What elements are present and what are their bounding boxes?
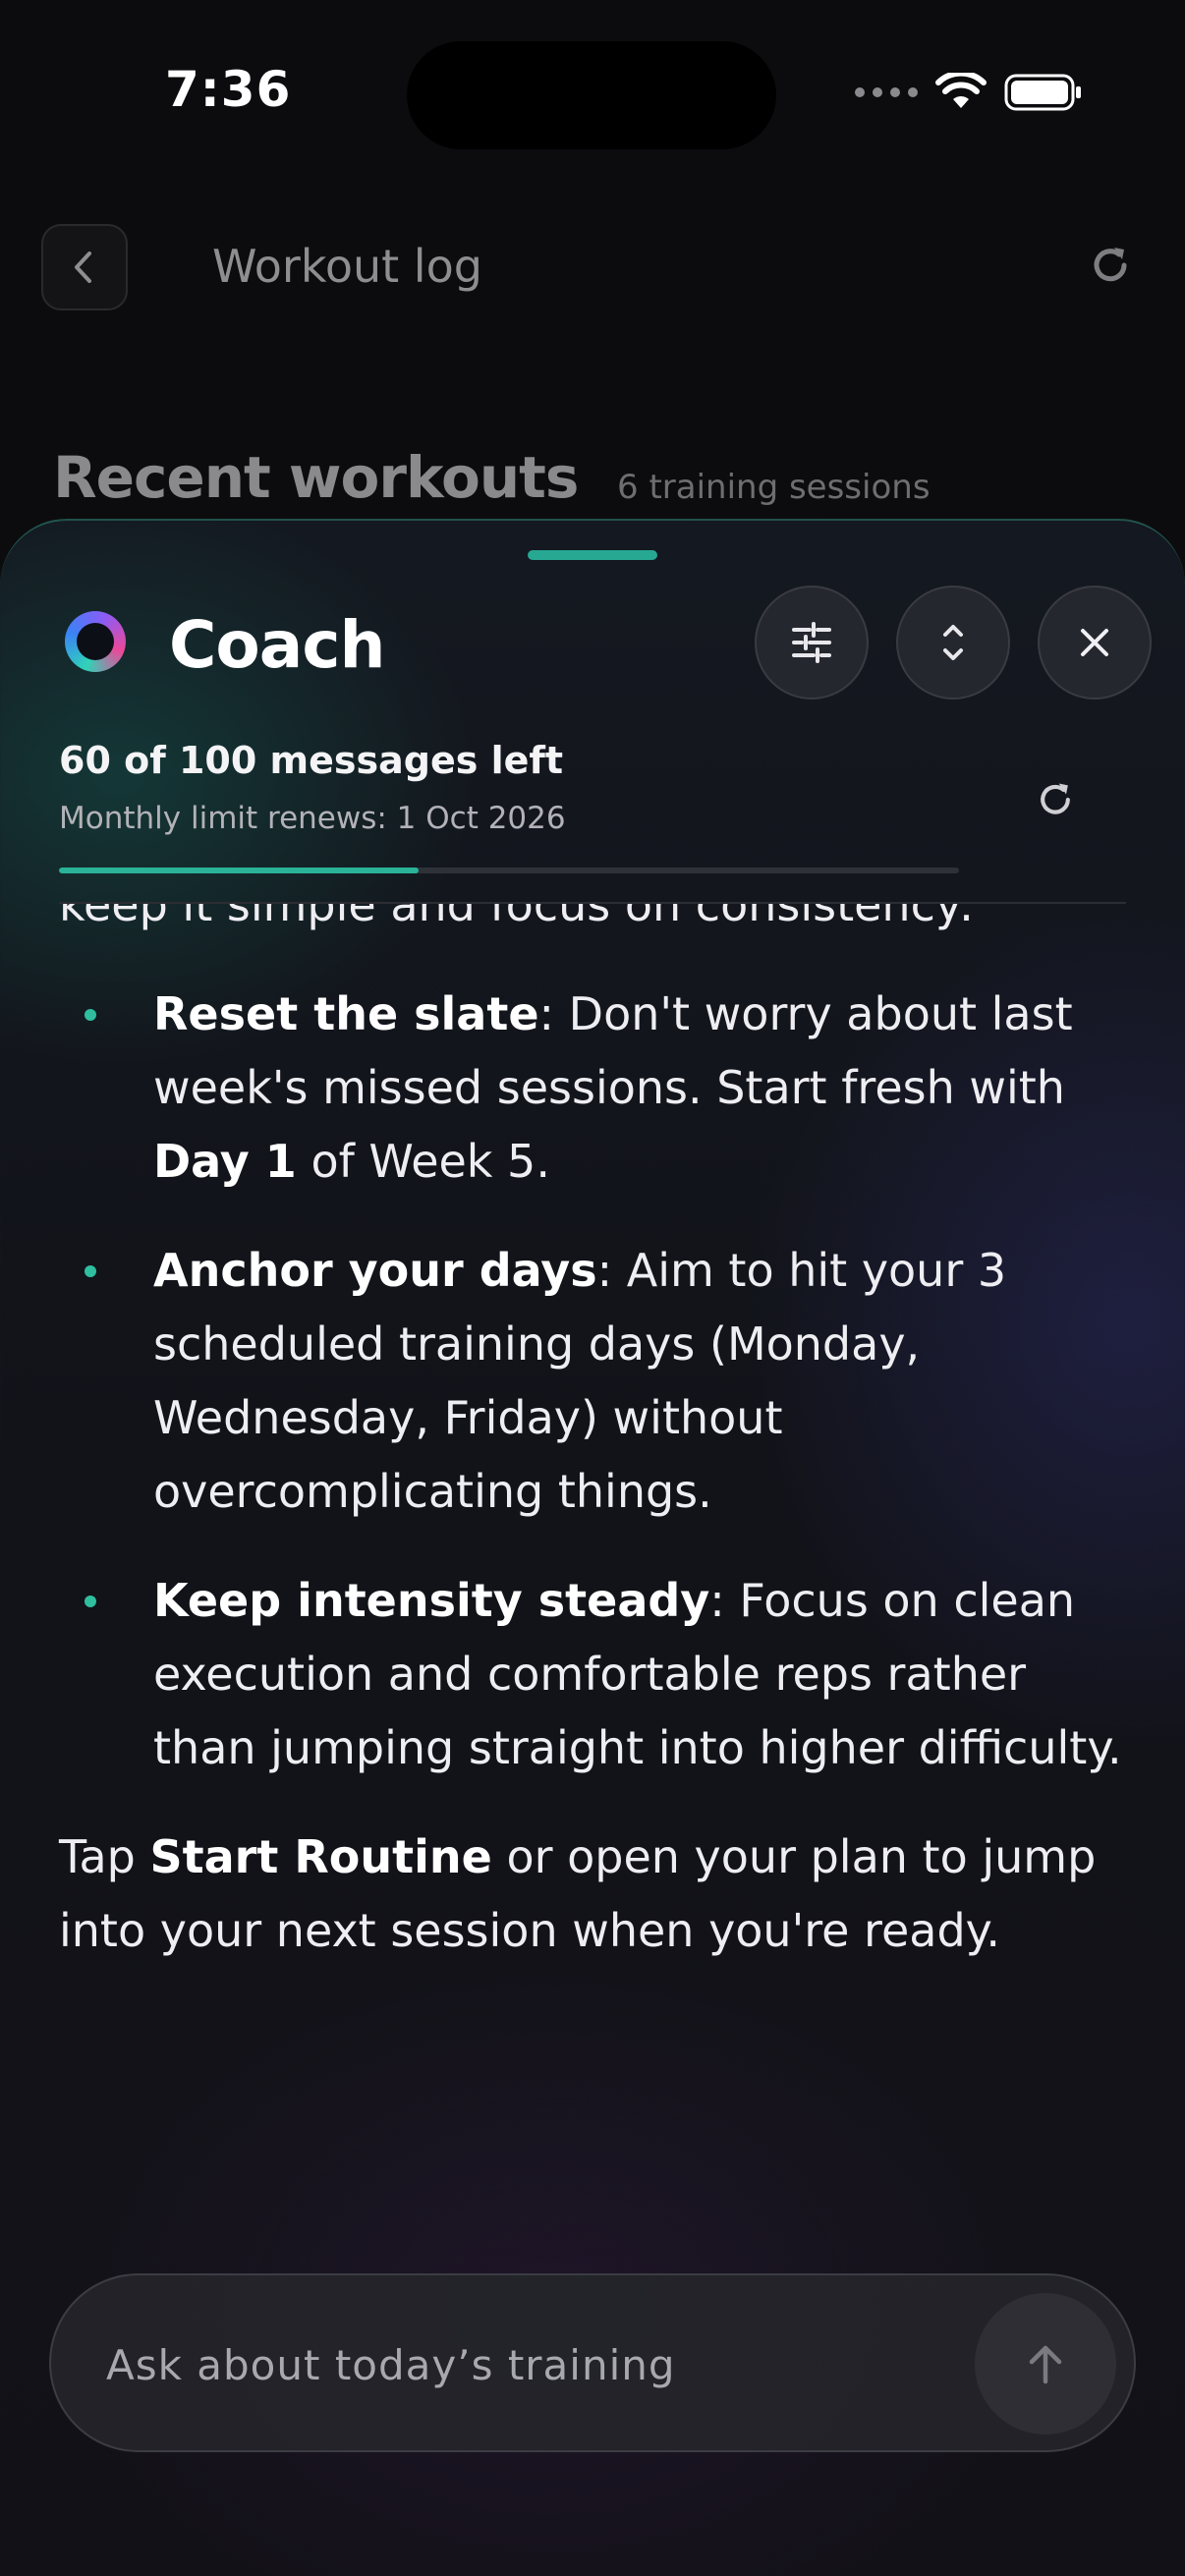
battery-icon xyxy=(1004,74,1081,111)
coach-orb-icon xyxy=(65,611,126,672)
chevron-left-icon xyxy=(75,252,91,283)
close-icon xyxy=(1081,629,1108,656)
send-button[interactable] xyxy=(975,2293,1116,2435)
quota-progress-bar xyxy=(59,868,959,873)
arrow-up-icon xyxy=(1029,2345,1062,2384)
bullet-bold: Reset the slate xyxy=(153,987,539,1040)
back-button[interactable] xyxy=(41,224,128,310)
wifi-icon xyxy=(935,73,987,108)
closing-text: Tap xyxy=(59,1830,150,1883)
message-intro: keep it simple and focus on consistency: xyxy=(59,904,975,931)
list-item: Keep intensity steady: Focus on clean ex… xyxy=(59,1564,1130,1785)
workout-log-header: Workout log xyxy=(0,218,1185,316)
refresh-icon xyxy=(1094,248,1127,282)
message-closing: Tap Start Routine or open your plan to j… xyxy=(59,1820,1130,1968)
close-button[interactable] xyxy=(1038,586,1152,700)
chat-input[interactable] xyxy=(104,2324,973,2405)
refresh-icon xyxy=(1041,783,1070,814)
list-item: Anchor your days: Aim to hit your 3 sche… xyxy=(59,1234,1130,1529)
page-refresh-button[interactable] xyxy=(1087,242,1134,293)
list-item: Reset the slate: Don't worry about last … xyxy=(59,978,1130,1199)
quota-summary: 60 of 100 messages left xyxy=(59,739,564,782)
page-title: Workout log xyxy=(212,240,482,293)
quota-progress-fill xyxy=(59,868,420,873)
coach-message: keep it simple and focus on consistency:… xyxy=(59,904,1130,1968)
expand-button[interactable] xyxy=(896,586,1010,700)
message-bullet-list: Reset the slate: Don't worry about last … xyxy=(59,978,1130,1785)
bullet-bold: Keep intensity steady xyxy=(153,1574,710,1627)
quota-refresh-button[interactable] xyxy=(1034,778,1077,825)
start-routine-label: Start Routine xyxy=(149,1830,492,1883)
section-title: Recent workouts xyxy=(53,444,579,511)
dynamic-island xyxy=(407,41,776,149)
status-time: 7:36 xyxy=(165,61,292,118)
sliders-icon xyxy=(792,622,831,663)
quota-renewal: Monthly limit renews: 1 Oct 2026 xyxy=(59,801,566,836)
coach-sheet: Coach 60 of 100 messages left Monthly li xyxy=(0,519,1185,2576)
message-scroll-area[interactable]: keep it simple and focus on consistency:… xyxy=(0,904,1185,2289)
screen: 7:36 Workout log Recent workouts 6 train… xyxy=(0,0,1185,2576)
bullet-bold: Anchor your days xyxy=(153,1244,597,1297)
status-indicators xyxy=(855,73,1083,112)
section-meta: 6 training sessions xyxy=(617,468,931,507)
chat-input-bar xyxy=(49,2273,1136,2452)
expand-vertical-icon xyxy=(943,625,963,660)
sheet-grabber[interactable] xyxy=(528,550,657,560)
bullet-text: of Week 5. xyxy=(296,1135,550,1188)
cellular-signal-icon xyxy=(855,87,918,97)
settings-button[interactable] xyxy=(755,586,869,700)
bullet-bold: Day 1 xyxy=(153,1135,297,1188)
coach-title: Coach xyxy=(169,607,385,683)
